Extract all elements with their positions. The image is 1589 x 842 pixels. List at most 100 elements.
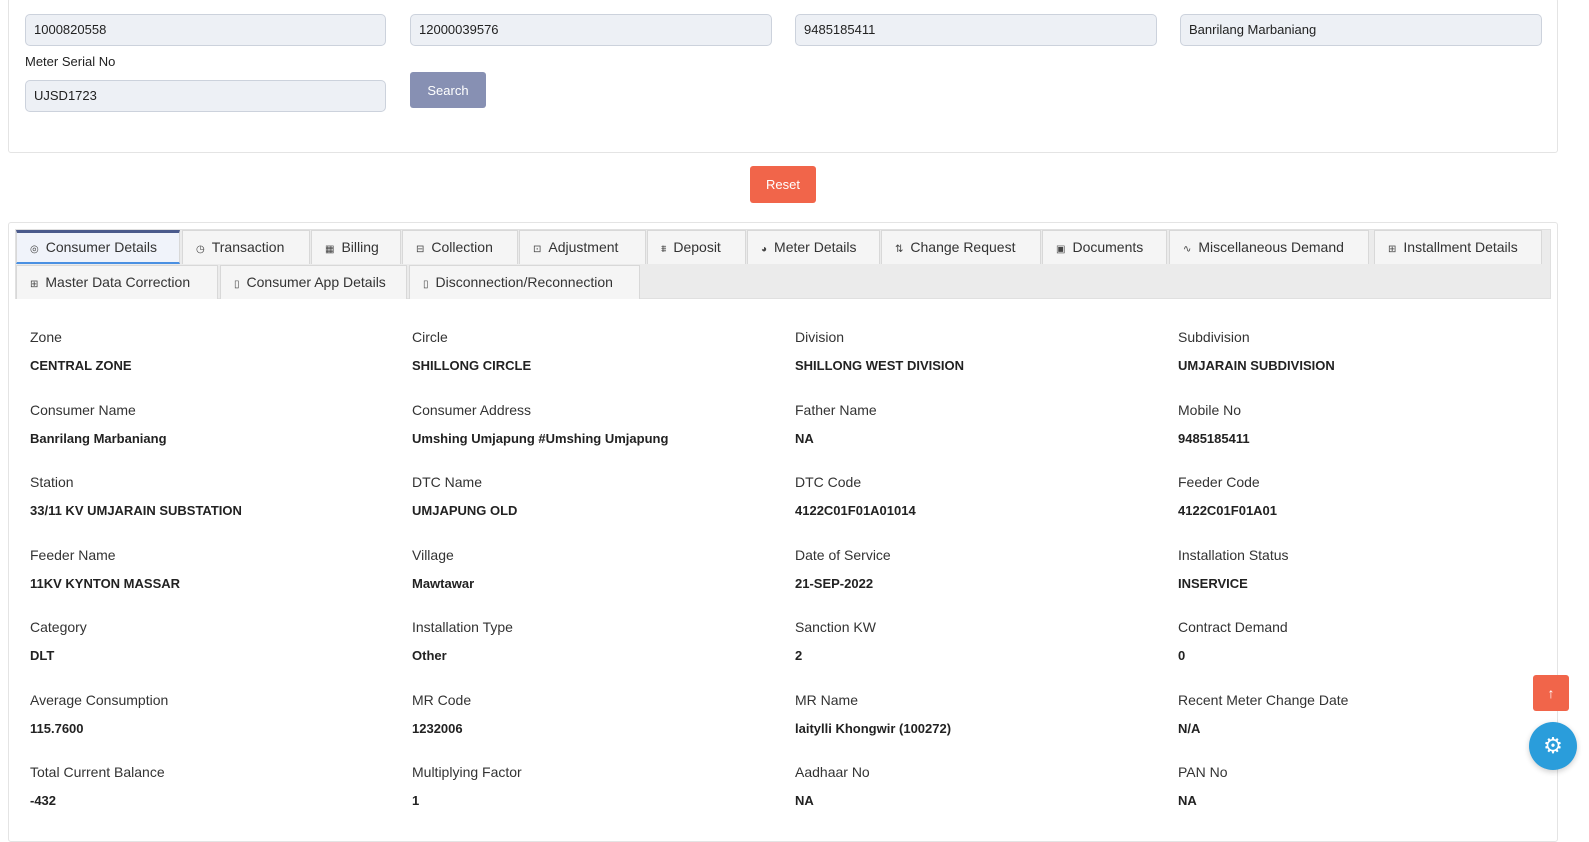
field-value: Mawtawar (412, 575, 475, 591)
field-dtc-code: DTC Code 4122C01F01A01014 (795, 474, 1165, 518)
field-pan-no: PAN No NA (1178, 764, 1548, 808)
field-label: Division (795, 329, 845, 345)
tab-label: Collection (431, 239, 493, 255)
tab-icon: ◎ (30, 244, 39, 255)
field-average-consumption: Average Consumption 115.7600 (30, 692, 400, 736)
field-father-name: Father Name NA (795, 402, 1165, 446)
tab-transaction[interactable]: ◷ Transaction (182, 230, 310, 264)
field-label: Feeder Code (1178, 474, 1260, 490)
tab-label: Adjustment (548, 239, 619, 255)
field-village: Village Mawtawar (412, 547, 782, 591)
field-mr-name: MR Name laitylli Khongwir (100272) (795, 692, 1165, 736)
field-value: 11KV KYNTON MASSAR (30, 575, 181, 591)
tab-consumer-app-details[interactable]: ▯ Consumer App Details (220, 265, 407, 299)
consumer-name-input[interactable]: Banrilang Marbaniang (1180, 14, 1542, 46)
tab-icon: ◷ (196, 244, 205, 255)
tab-label: Transaction (211, 239, 285, 255)
search-card: 1000820558 12000039576 9485185411 Banril… (8, 0, 1558, 153)
tab-disconnection-reconnection[interactable]: ▯ Disconnection/Reconnection (409, 265, 640, 299)
tab-billing[interactable]: ▦ Billing (311, 230, 401, 264)
tab-deposit[interactable]: ⩩ Deposit (647, 230, 746, 264)
field-value: SHILLONG CIRCLE (412, 358, 532, 373)
field-value: NA (795, 793, 814, 808)
field-value: 21-SEP-2022 (795, 575, 874, 591)
field-label: Installation Status (1178, 546, 1289, 563)
tab-change-request[interactable]: ⇅ Change Request (881, 230, 1041, 264)
legacy-no-input[interactable]: 12000039576 (410, 14, 772, 46)
field-subdivision: Subdivision UMJARAIN SUBDIVISION (1178, 329, 1548, 373)
field-circle: Circle SHILLONG CIRCLE (412, 329, 782, 373)
tab-label: Consumer Details (45, 239, 157, 255)
tab-consumer-details[interactable]: ◎ Consumer Details (16, 230, 180, 264)
tab-icon: ◕ (761, 244, 768, 255)
field-label: Category (30, 619, 87, 635)
field-label: PAN No (1178, 764, 1228, 780)
tab-installment-details[interactable]: ⊞ Installment Details (1374, 230, 1542, 264)
tab-icon: ▯ (423, 279, 429, 290)
mobile-no-input[interactable]: 9485185411 (795, 14, 1157, 46)
consumer-no-input[interactable]: 1000820558 (25, 14, 386, 46)
field-value: 0 (1178, 648, 1186, 663)
field-sanction-kw: Sanction KW 2 (795, 619, 1165, 663)
tab-adjustment[interactable]: ⊡ Adjustment (519, 230, 646, 264)
field-value: NA (1178, 793, 1197, 808)
tab-documents[interactable]: ▣ Documents (1042, 230, 1167, 264)
field-label: Village (412, 546, 454, 563)
field-label: Average Consumption (30, 691, 169, 708)
tab-icon: ⩩ (661, 244, 667, 255)
field-contract-demand: Contract Demand 0 (1178, 619, 1548, 663)
meter-serial-label: Meter Serial No (25, 54, 116, 69)
tab-bar: ◎ Consumer Details ◷ Transaction ▦ Billing ⊟ Co… (15, 229, 1551, 299)
field-feeder-code: Feeder Code 4122C01F01A01 (1178, 474, 1548, 518)
search-button[interactable]: Search (410, 72, 486, 108)
field-installation-status: Installation Status INSERVICE (1178, 547, 1548, 591)
field-value: UMJAPUNG OLD (412, 503, 518, 518)
tab-label: Installment Details (1403, 239, 1518, 255)
field-total-current-balance: Total Current Balance -432 (30, 764, 400, 808)
field-mobile-no: Mobile No 9485185411 (1178, 402, 1548, 446)
field-value: INSERVICE (1178, 575, 1248, 591)
tab-icon: ⊞ (1388, 244, 1397, 255)
meter-serial-input[interactable]: UJSD1723 (25, 80, 386, 112)
field-value: 2 (795, 648, 803, 663)
tab-icon: ▣ (1056, 244, 1066, 255)
tab-miscellaneous-demand[interactable]: ∿ Miscellaneous Demand (1169, 230, 1369, 264)
tab-master-data-correction[interactable]: ⊞ Master Data Correction (16, 265, 218, 299)
field-label: MR Code (412, 691, 472, 708)
field-label: Feeder Name (30, 546, 116, 563)
field-label: Recent Meter Change Date (1178, 691, 1349, 708)
field-division: Division SHILLONG WEST DIVISION (795, 329, 1165, 373)
field-label: Installation Type (412, 619, 513, 635)
gear-icon: ⚙ (1543, 733, 1563, 758)
field-value: 1 (412, 793, 420, 808)
field-label: Mobile No (1178, 401, 1242, 418)
field-dtc-name: DTC Name UMJAPUNG OLD (412, 474, 782, 518)
tab-icon: ⇅ (895, 244, 904, 255)
tab-icon: ⊟ (416, 244, 425, 255)
field-value: 1232006 (412, 720, 463, 736)
tab-label: Master Data Correction (45, 274, 191, 290)
tab-meter-details[interactable]: ◕ Meter Details (747, 230, 880, 264)
tab-icon: ⊞ (30, 279, 39, 290)
field-label: Subdivision (1178, 329, 1250, 345)
field-label: Consumer Address (412, 401, 532, 418)
field-value: UMJARAIN SUBDIVISION (1178, 358, 1335, 373)
field-value: 33/11 KV UMJARAIN SUBSTATION (30, 503, 242, 518)
field-label: Circle (412, 329, 448, 345)
field-value: N/A (1178, 720, 1201, 736)
field-label: MR Name (795, 691, 859, 708)
field-category: Category DLT (30, 619, 400, 663)
scroll-top-button[interactable]: ↑ (1533, 675, 1569, 711)
field-consumer-address: Consumer Address Umshing Umjapung #Umshin… (412, 402, 782, 446)
field-zone: Zone CENTRAL ZONE (30, 329, 400, 373)
tab-icon: ▦ (325, 244, 335, 255)
field-value: -432 (30, 793, 57, 808)
field-label: Sanction KW (795, 619, 876, 635)
field-value: Banrilang Marbaniang (30, 430, 167, 446)
settings-button[interactable]: ⚙ (1529, 722, 1577, 770)
tab-collection[interactable]: ⊟ Collection (402, 230, 518, 264)
field-mr-code: MR Code 1232006 (412, 692, 782, 736)
reset-button[interactable]: Reset (750, 166, 816, 203)
tab-label: Documents (1072, 239, 1144, 255)
field-label: Zone (30, 329, 62, 345)
